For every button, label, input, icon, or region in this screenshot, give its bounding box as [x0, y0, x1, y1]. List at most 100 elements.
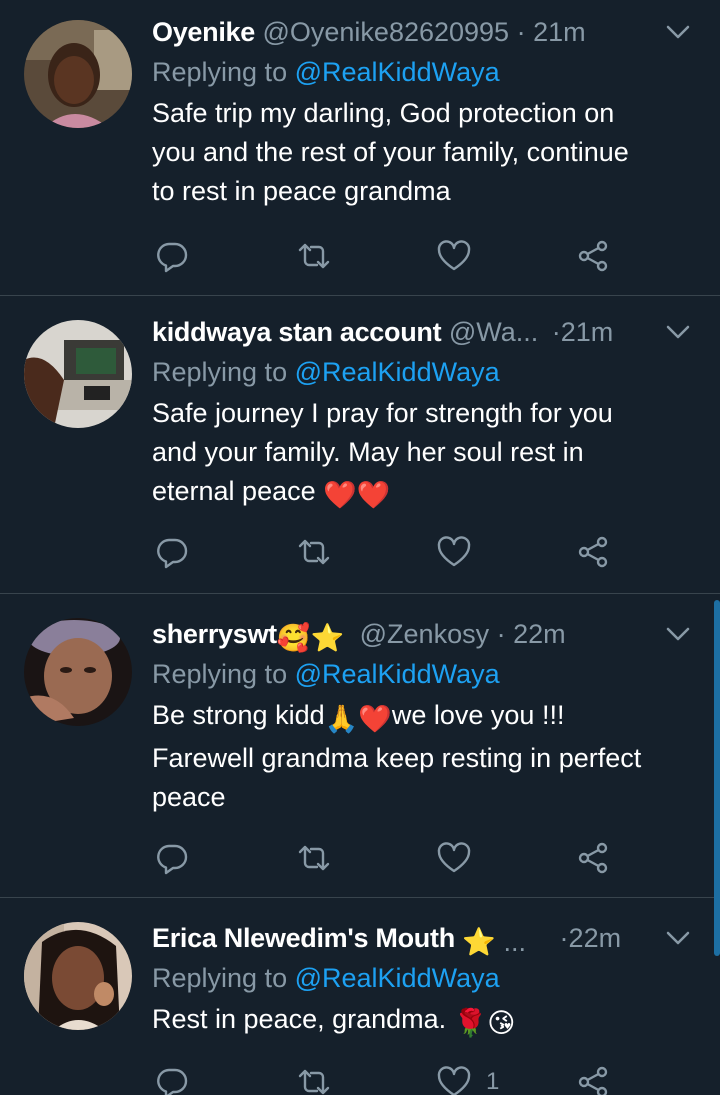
user-handle[interactable]: @Wa... — [449, 317, 538, 347]
tweet-text-line: Farewell grandma keep resting in perfect — [152, 743, 642, 773]
tweet-actions — [152, 236, 632, 276]
avatar-image — [24, 20, 132, 128]
tweet-2[interactable]: kiddwaya stan account @Wa... ·21m Replyi… — [0, 296, 720, 594]
tweet-actions — [152, 838, 632, 878]
replying-prefix: Replying to — [152, 357, 288, 387]
replying-to-handle[interactable]: @RealKiddWaya — [295, 963, 500, 993]
tweet-text-line: Safe trip my darling, God protection on — [152, 98, 615, 128]
tweet-text: Safe trip my darling, God protection on … — [152, 94, 700, 211]
display-name[interactable]: Erica Nlewedim's Mouth — [152, 923, 455, 953]
tweet-text-line: to rest in peace grandma — [152, 176, 451, 206]
retweet-icon — [298, 243, 330, 269]
share-button[interactable] — [576, 1062, 612, 1095]
replying-to: Replying to @RealKiddWaya — [152, 52, 500, 92]
display-name[interactable]: kiddwaya stan account — [152, 317, 442, 347]
timestamp[interactable]: 22m — [513, 619, 566, 649]
avatar-image — [24, 618, 132, 726]
tweet-3[interactable]: sherryswt🥰⭐ @Zenkosy · 22m Replying to @… — [0, 594, 720, 898]
tweet-text-segment: we love you !!! — [391, 700, 565, 730]
chevron-down-icon[interactable] — [662, 316, 694, 348]
like-icon — [437, 842, 471, 873]
replying-prefix: Replying to — [152, 659, 288, 689]
like-button[interactable]: 1 — [436, 1062, 499, 1095]
reply-button[interactable] — [154, 1062, 190, 1095]
user-handle[interactable]: @Zenkosy — [360, 619, 489, 649]
separator-dot: · — [496, 619, 506, 649]
tweet-text-line: Rest in peace, grandma. 🌹😘 — [152, 1000, 700, 1043]
timestamp[interactable]: 22m — [569, 923, 622, 953]
pray-heart-emoji: 🙏❤️ — [324, 704, 392, 734]
tweet-text-line: eternal peace ❤️❤️ — [152, 472, 700, 515]
reply-button[interactable] — [154, 838, 190, 878]
reply-icon — [157, 1068, 188, 1095]
tweet-text: Safe journey I pray for strength for you… — [152, 394, 700, 515]
chevron-down-icon[interactable] — [662, 922, 694, 954]
avatar[interactable] — [24, 922, 132, 1030]
tweet-text-segment: eternal peace — [152, 476, 316, 506]
like-button[interactable] — [436, 532, 486, 572]
reply-icon — [157, 538, 188, 569]
retweet-button[interactable] — [296, 532, 332, 572]
tweet-text-segment: Be strong kidd — [152, 700, 325, 730]
replying-prefix: Replying to — [152, 57, 288, 87]
reply-icon — [157, 242, 188, 273]
share-button[interactable] — [576, 532, 612, 572]
replying-to: Replying to @RealKiddWaya — [152, 958, 500, 998]
timestamp[interactable]: 21m — [561, 317, 614, 347]
tweet-actions: 1 — [152, 1062, 632, 1095]
user-handle[interactable]: @Oyenike82620995 — [262, 17, 509, 47]
replying-prefix: Replying to — [152, 963, 288, 993]
scrollbar[interactable] — [714, 600, 720, 956]
replying-to-handle[interactable]: @RealKiddWaya — [295, 357, 500, 387]
replying-to-handle[interactable]: @RealKiddWaya — [295, 57, 500, 87]
reply-icon — [157, 844, 188, 875]
tweet-actions — [152, 532, 632, 572]
replying-to: Replying to @RealKiddWaya — [152, 654, 500, 694]
name-emoji: ⭐ ... — [462, 927, 527, 957]
like-icon — [437, 240, 471, 271]
reply-button[interactable] — [154, 532, 190, 572]
share-button[interactable] — [576, 236, 612, 276]
separator-dot: · — [559, 923, 569, 953]
avatar[interactable] — [24, 20, 132, 128]
reply-button[interactable] — [154, 236, 190, 276]
avatar-image — [24, 922, 132, 1030]
tweet-1[interactable]: Oyenike @Oyenike82620995 · 21m Replying … — [0, 0, 720, 296]
share-icon — [578, 240, 608, 272]
replying-to-handle[interactable]: @RealKiddWaya — [295, 659, 500, 689]
separator-dot: · — [551, 317, 561, 347]
retweet-icon — [298, 539, 330, 565]
tweet-header: Erica Nlewedim's Mouth ⭐ ... ·22m — [152, 918, 700, 958]
retweet-button[interactable] — [296, 838, 332, 878]
like-icon — [437, 1066, 471, 1095]
display-name[interactable]: Oyenike — [152, 17, 255, 47]
like-button[interactable] — [436, 838, 486, 878]
tweet-text-segment: Rest in peace, grandma. — [152, 1004, 447, 1034]
timestamp[interactable]: 21m — [533, 17, 586, 47]
rose-kiss-emoji: 🌹😘 — [453, 1008, 516, 1038]
chevron-down-icon[interactable] — [662, 618, 694, 650]
share-icon — [578, 1066, 608, 1095]
heart-emoji: ❤️❤️ — [323, 480, 391, 510]
avatar[interactable] — [24, 618, 132, 726]
retweet-button[interactable] — [296, 1062, 332, 1095]
share-icon — [578, 842, 608, 874]
like-button[interactable] — [436, 236, 486, 276]
avatar-image — [24, 320, 132, 428]
tweet-4[interactable]: Erica Nlewedim's Mouth ⭐ ... ·22m Replyi… — [0, 898, 720, 1095]
share-button[interactable] — [576, 838, 612, 878]
name-emoji: 🥰⭐ — [276, 623, 345, 653]
share-icon — [578, 536, 608, 568]
tweet-text-line: peace — [152, 782, 226, 812]
tweet-text-line: Safe journey I pray for strength for you — [152, 398, 613, 428]
replying-to: Replying to @RealKiddWaya — [152, 352, 500, 392]
tweet-text-line: Be strong kidd🙏❤️we love you !!! — [152, 696, 700, 739]
retweet-button[interactable] — [296, 236, 332, 276]
like-icon — [437, 536, 471, 567]
chevron-down-icon[interactable] — [662, 16, 694, 48]
like-count: 1 — [486, 1068, 500, 1095]
tweet-header: kiddwaya stan account @Wa... ·21m — [152, 312, 700, 352]
display-name[interactable]: sherryswt — [152, 619, 277, 649]
avatar[interactable] — [24, 320, 132, 428]
tweet-text: Rest in peace, grandma. 🌹😘 — [152, 1000, 700, 1043]
